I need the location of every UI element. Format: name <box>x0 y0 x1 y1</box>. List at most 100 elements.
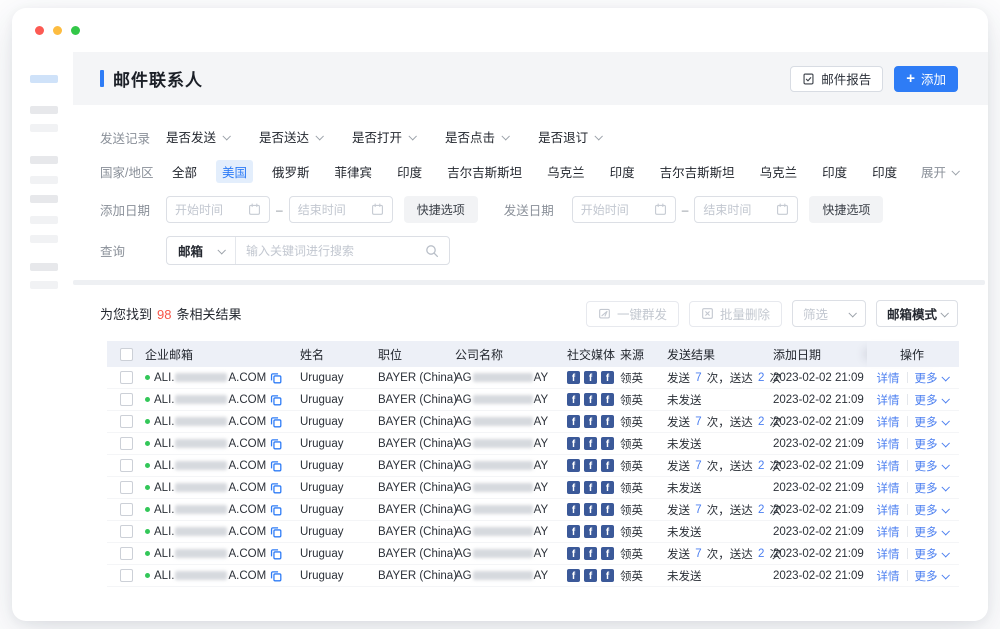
copy-icon[interactable] <box>270 570 282 582</box>
query-type-select[interactable]: 邮箱 <box>167 237 236 264</box>
facebook-icon[interactable]: f <box>567 481 580 494</box>
row-checkbox[interactable] <box>120 569 133 582</box>
minimize-window-button[interactable] <box>53 26 62 35</box>
select-all-checkbox[interactable] <box>120 348 133 361</box>
filter-select[interactable]: 筛选 <box>792 300 866 327</box>
row-checkbox[interactable] <box>120 371 133 384</box>
filter-dropdown[interactable]: 是否点击 <box>445 127 508 146</box>
facebook-icon[interactable]: f <box>584 547 597 560</box>
sidebar-item-placeholder[interactable] <box>30 176 58 184</box>
facebook-icon[interactable]: f <box>601 415 614 428</box>
more-menu[interactable]: 更多 <box>915 370 948 386</box>
country-chip[interactable]: 印度 <box>866 160 903 183</box>
detail-link[interactable]: 详情 <box>877 436 900 452</box>
more-menu[interactable]: 更多 <box>915 524 948 540</box>
more-menu[interactable]: 更多 <box>915 458 948 474</box>
more-menu[interactable]: 更多 <box>915 414 948 430</box>
bulk-send-button[interactable]: 一键群发 <box>586 301 679 327</box>
facebook-icon[interactable]: f <box>567 525 580 538</box>
sidebar-item-placeholder[interactable] <box>30 263 58 271</box>
detail-link[interactable]: 详情 <box>877 370 900 386</box>
facebook-icon[interactable]: f <box>567 415 580 428</box>
more-menu[interactable]: 更多 <box>915 546 948 562</box>
sidebar-item-placeholder[interactable] <box>30 156 58 164</box>
facebook-icon[interactable]: f <box>584 503 597 516</box>
add-date-quick-options-button[interactable]: 快捷选项 <box>404 196 478 223</box>
row-checkbox[interactable] <box>120 459 133 472</box>
add-date-end-input[interactable]: 结束时间 <box>289 196 393 223</box>
facebook-icon[interactable]: f <box>567 547 580 560</box>
country-chip[interactable]: 乌克兰 <box>754 160 804 183</box>
more-menu[interactable]: 更多 <box>915 502 948 518</box>
row-checkbox[interactable] <box>120 481 133 494</box>
detail-link[interactable]: 详情 <box>877 414 900 430</box>
detail-link[interactable]: 详情 <box>877 546 900 562</box>
facebook-icon[interactable]: f <box>601 547 614 560</box>
row-checkbox[interactable] <box>120 547 133 560</box>
detail-link[interactable]: 详情 <box>877 458 900 474</box>
copy-icon[interactable] <box>270 394 282 406</box>
copy-icon[interactable] <box>270 482 282 494</box>
sidebar-item-placeholder[interactable] <box>30 281 58 289</box>
sidebar-item-placeholder[interactable] <box>30 75 58 83</box>
facebook-icon[interactable]: f <box>584 525 597 538</box>
country-chip[interactable]: 菲律宾 <box>329 160 379 183</box>
country-chip[interactable]: 美国 <box>216 160 253 183</box>
sidebar-item-placeholder[interactable] <box>30 235 58 243</box>
country-chip[interactable]: 印度 <box>816 160 853 183</box>
facebook-icon[interactable]: f <box>601 437 614 450</box>
country-chip[interactable]: 印度 <box>391 160 428 183</box>
facebook-icon[interactable]: f <box>584 393 597 406</box>
maximize-window-button[interactable] <box>71 26 80 35</box>
facebook-icon[interactable]: f <box>584 415 597 428</box>
copy-icon[interactable] <box>270 416 282 428</box>
more-menu[interactable]: 更多 <box>915 436 948 452</box>
country-chip[interactable]: 吉尔吉斯斯坦 <box>441 160 528 183</box>
row-checkbox[interactable] <box>120 503 133 516</box>
detail-link[interactable]: 详情 <box>877 568 900 584</box>
row-checkbox[interactable] <box>120 437 133 450</box>
facebook-icon[interactable]: f <box>567 503 580 516</box>
copy-icon[interactable] <box>270 504 282 516</box>
detail-link[interactable]: 详情 <box>877 480 900 496</box>
add-button[interactable]: + 添加 <box>894 66 958 92</box>
copy-icon[interactable] <box>270 460 282 472</box>
sidebar-item-placeholder[interactable] <box>30 124 58 132</box>
send-date-end-input[interactable]: 结束时间 <box>694 196 798 223</box>
facebook-icon[interactable]: f <box>584 437 597 450</box>
sidebar-item-placeholder[interactable] <box>30 106 58 114</box>
facebook-icon[interactable]: f <box>601 503 614 516</box>
row-checkbox[interactable] <box>120 415 133 428</box>
facebook-icon[interactable]: f <box>567 393 580 406</box>
mailbox-mode-select[interactable]: 邮箱模式 <box>876 300 958 327</box>
facebook-icon[interactable]: f <box>601 393 614 406</box>
mail-report-button[interactable]: 邮件报告 <box>790 66 883 92</box>
facebook-icon[interactable]: f <box>567 459 580 472</box>
filter-dropdown[interactable]: 是否打开 <box>352 127 415 146</box>
country-chip[interactable]: 全部 <box>166 160 203 183</box>
send-date-quick-options-button[interactable]: 快捷选项 <box>809 196 883 223</box>
bulk-delete-button[interactable]: 批量删除 <box>689 301 782 327</box>
detail-link[interactable]: 详情 <box>877 392 900 408</box>
copy-icon[interactable] <box>270 372 282 384</box>
copy-icon[interactable] <box>270 548 282 560</box>
facebook-icon[interactable]: f <box>601 371 614 384</box>
sidebar-item-placeholder[interactable] <box>30 195 58 203</box>
detail-link[interactable]: 详情 <box>877 524 900 540</box>
facebook-icon[interactable]: f <box>584 481 597 494</box>
more-menu[interactable]: 更多 <box>915 392 948 408</box>
copy-icon[interactable] <box>270 526 282 538</box>
facebook-icon[interactable]: f <box>584 569 597 582</box>
facebook-icon[interactable]: f <box>567 569 580 582</box>
facebook-icon[interactable]: f <box>567 437 580 450</box>
country-chip[interactable]: 印度 <box>604 160 641 183</box>
country-chip[interactable]: 乌克兰 <box>541 160 591 183</box>
country-chip[interactable]: 俄罗斯 <box>266 160 316 183</box>
keyword-search-input[interactable]: 输入关键词进行搜索 <box>236 237 449 264</box>
filter-dropdown[interactable]: 是否送达 <box>259 127 322 146</box>
close-window-button[interactable] <box>35 26 44 35</box>
send-date-start-input[interactable]: 开始时间 <box>572 196 676 223</box>
row-checkbox[interactable] <box>120 393 133 406</box>
facebook-icon[interactable]: f <box>567 371 580 384</box>
country-chip[interactable]: 吉尔吉斯斯坦 <box>654 160 741 183</box>
